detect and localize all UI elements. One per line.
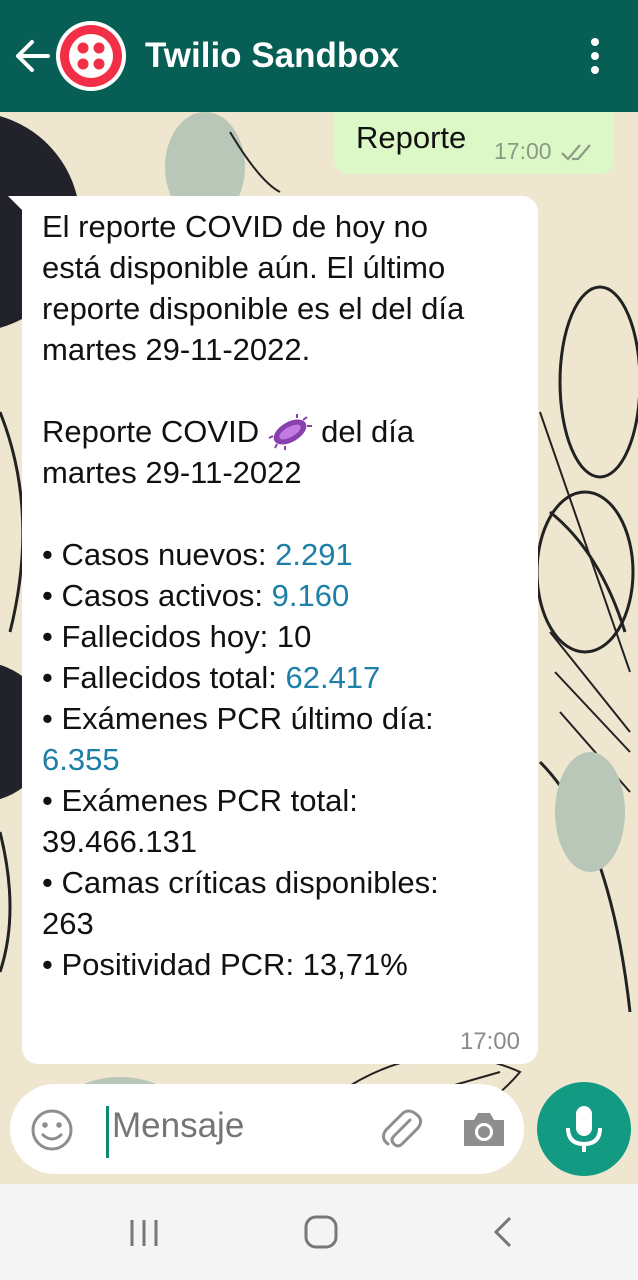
double-check-icon <box>560 143 591 161</box>
system-nav-bar <box>0 1184 638 1280</box>
report-date: martes 29-11-2022 <box>42 455 302 490</box>
outgoing-time: 17:00 <box>494 138 552 164</box>
stat-camas-value: 263 <box>42 906 94 941</box>
chat-title[interactable]: Twilio Sandbox <box>145 36 399 76</box>
stat-casos-nuevos: • Casos nuevos: 2.291 <box>42 534 530 575</box>
stat-positividad: • Positividad PCR: 13,71% <box>42 947 408 982</box>
stat-label: • Casos nuevos: <box>42 537 276 572</box>
stat-label: • Fallecidos total: <box>42 660 286 695</box>
recent-apps-icon[interactable] <box>126 1218 162 1248</box>
report-title-line: Reporte COVID del día <box>42 411 530 452</box>
report-title-suffix: del día <box>321 414 415 449</box>
incoming-time: 17:00 <box>459 1028 520 1055</box>
twilio-logo-icon <box>60 25 122 87</box>
text-cursor <box>106 1106 109 1158</box>
bubble-tail <box>8 196 24 212</box>
message-line: martes 29-11-2022. <box>42 332 311 367</box>
stat-camas-label: • Camas críticas disponibles: <box>42 865 439 900</box>
report-title-prefix: Reporte COVID <box>42 414 260 449</box>
stat-examenes-total-value: 39.466.131 <box>42 824 198 859</box>
contact-avatar[interactable] <box>56 21 126 91</box>
stat-examenes-total-label: • Exámenes PCR total: <box>42 783 358 818</box>
back-arrow-icon[interactable] <box>12 34 52 78</box>
more-vert-icon[interactable] <box>580 36 610 76</box>
outgoing-text: Reporte <box>356 120 467 155</box>
nav-back-icon[interactable] <box>488 1214 516 1250</box>
camera-icon[interactable] <box>460 1108 508 1150</box>
incoming-message[interactable]: El reporte COVID de hoy no está disponib… <box>8 196 538 1064</box>
stat-value-link[interactable]: 2.291 <box>275 537 353 572</box>
chat-header: Twilio Sandbox <box>0 0 638 112</box>
emoji-icon[interactable] <box>30 1108 74 1152</box>
stat-fallecidos-total: • Fallecidos total: 62.417 <box>42 657 530 698</box>
message-line: El reporte COVID de hoy no <box>42 209 428 244</box>
message-body: El reporte COVID de hoy no está disponib… <box>42 206 530 985</box>
outgoing-meta: 17:00 <box>494 138 592 165</box>
stat-casos-activos: • Casos activos: 9.160 <box>42 575 530 616</box>
mic-button[interactable] <box>537 1082 631 1176</box>
stat-value-link[interactable]: 9.160 <box>272 578 350 613</box>
mic-icon <box>566 1106 602 1152</box>
message-line: está disponible aún. El último <box>42 250 446 285</box>
stat-examenes-ultimo-value[interactable]: 6.355 <box>42 739 530 780</box>
stat-examenes-ultimo-label: • Exámenes PCR último día: <box>42 701 434 736</box>
message-line: reporte disponible es el del día <box>42 291 465 326</box>
attach-icon[interactable] <box>378 1106 424 1152</box>
microbe-icon <box>268 414 313 450</box>
stat-label: • Casos activos: <box>42 578 272 613</box>
home-icon[interactable] <box>302 1214 340 1250</box>
stat-value-link[interactable]: 62.417 <box>285 660 380 695</box>
message-composer <box>10 1084 563 1174</box>
stat-fallecidos-hoy: • Fallecidos hoy: 10 <box>42 619 312 654</box>
outgoing-message[interactable]: Reporte 17:00 <box>334 112 614 174</box>
